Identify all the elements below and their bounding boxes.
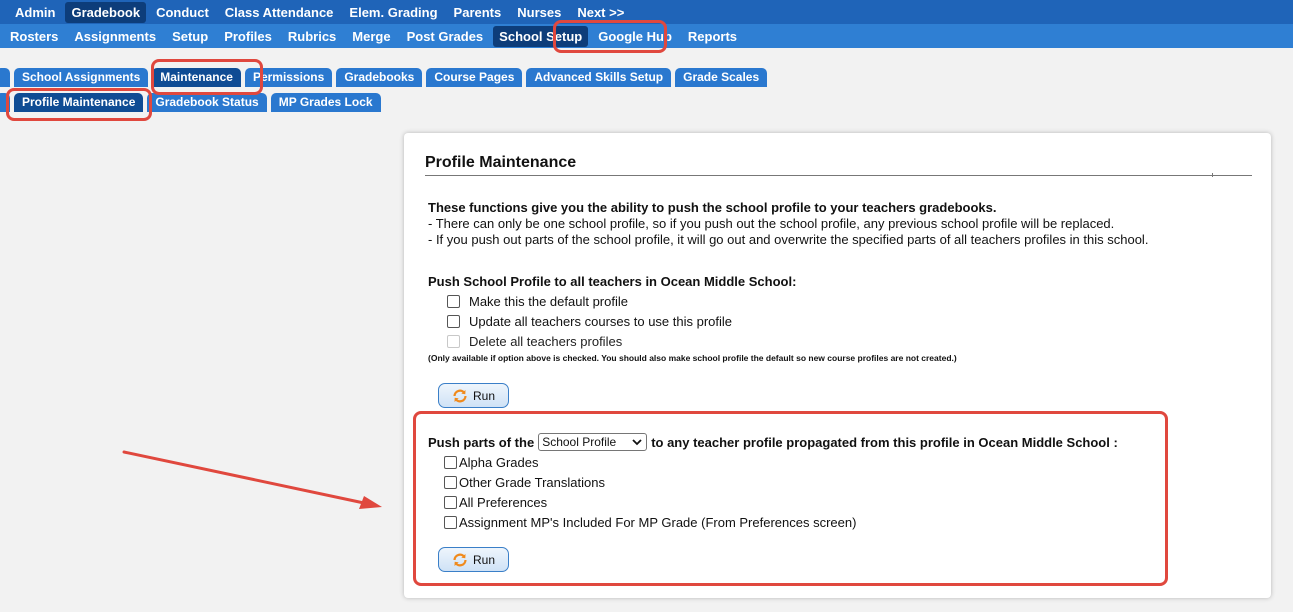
delete-profiles-checkbox	[447, 334, 460, 348]
highlight-push-parts-section	[413, 411, 1168, 586]
subnav-post-grades[interactable]: Post Grades	[401, 26, 490, 47]
highlight-profile-maintenance-tab	[6, 88, 152, 121]
update-courses-checkbox[interactable]	[447, 314, 460, 328]
subtab-mp-grades-lock[interactable]: MP Grades Lock	[270, 93, 381, 112]
subnav-merge[interactable]: Merge	[346, 26, 396, 47]
subtab-gradebook-status[interactable]: Gradebook Status	[147, 93, 267, 112]
tab-grade-scales[interactable]: Grade Scales	[675, 68, 768, 87]
default-profile-checkbox[interactable]	[447, 294, 460, 308]
subnav-setup[interactable]: Setup	[166, 26, 214, 47]
update-courses-label[interactable]: Update all teachers courses to use this …	[469, 314, 732, 329]
push-profile-section: Push School Profile to all teachers in O…	[428, 274, 957, 363]
subnav-assignments[interactable]: Assignments	[68, 26, 162, 47]
nav-conduct[interactable]: Conduct	[150, 2, 215, 23]
run-label: Run	[472, 388, 495, 403]
nav-elem-grading[interactable]: Elem. Grading	[343, 2, 443, 23]
option-default-profile: Make this the default profile	[428, 291, 957, 311]
intro-line-2: - If you push out parts of the school pr…	[428, 232, 1149, 247]
refresh-icon	[453, 389, 467, 402]
highlight-school-setup	[553, 20, 667, 53]
highlight-maintenance-tab	[151, 59, 263, 95]
default-profile-label[interactable]: Make this the default profile	[469, 294, 628, 309]
option-update-courses: Update all teachers courses to use this …	[428, 311, 957, 331]
title-divider-tick	[1212, 173, 1213, 177]
subnav-rosters[interactable]: Rosters	[4, 26, 64, 47]
tab-advanced-skills-setup[interactable]: Advanced Skills Setup	[526, 68, 672, 87]
subnav-reports[interactable]: Reports	[682, 26, 743, 47]
intro-text: These functions give you the ability to …	[428, 200, 1148, 248]
panel-title: Profile Maintenance	[425, 154, 577, 171]
delete-profiles-label: Delete all teachers profiles	[469, 333, 623, 349]
tab-hidden-left[interactable]	[0, 68, 10, 87]
nav-parents[interactable]: Parents	[448, 2, 508, 23]
nav-class-attendance[interactable]: Class Attendance	[219, 2, 340, 23]
option-delete-profiles: Delete all teachers profiles	[428, 331, 957, 351]
intro-line-1: - There can only be one school profile, …	[428, 216, 1115, 231]
tab-school-assignments[interactable]: School Assignments	[14, 68, 149, 87]
tab-gradebooks[interactable]: Gradebooks	[336, 68, 423, 87]
tab-course-pages[interactable]: Course Pages	[426, 68, 523, 87]
intro-heading: These functions give you the ability to …	[428, 200, 997, 215]
push-heading: Push School Profile to all teachers in O…	[428, 274, 797, 289]
push-note: (Only available if option above is check…	[428, 353, 957, 363]
nav-admin[interactable]: Admin	[9, 2, 61, 23]
subnav-rubrics[interactable]: Rubrics	[282, 26, 342, 47]
nav-gradebook[interactable]: Gradebook	[65, 1, 147, 23]
run-button-profile[interactable]: Run	[438, 383, 509, 408]
subnav-profiles[interactable]: Profiles	[218, 26, 278, 47]
main-tabs: School Assignments Maintenance Permissio…	[0, 68, 771, 87]
title-divider	[425, 175, 1252, 176]
